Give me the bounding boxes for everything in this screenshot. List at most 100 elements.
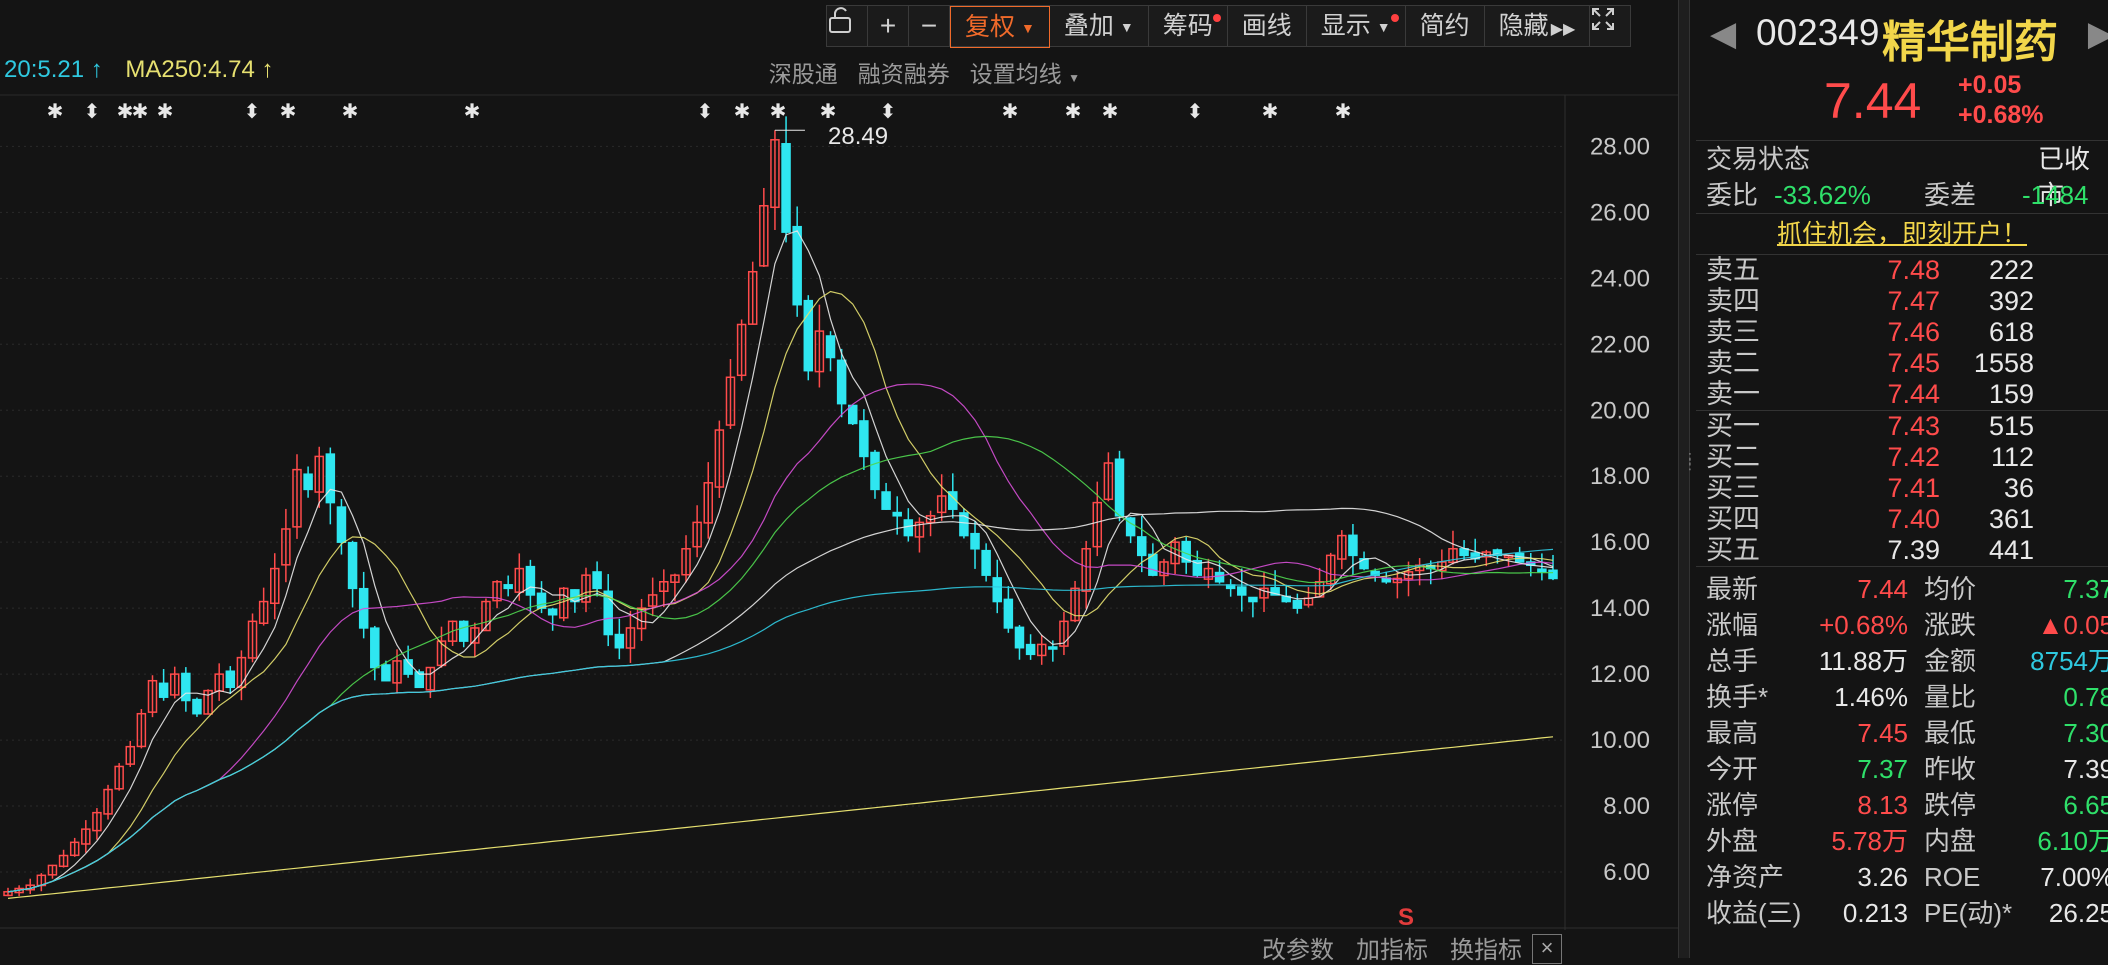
candle-down bbox=[336, 506, 347, 543]
candle-down bbox=[303, 473, 313, 491]
stat-row: 换手* 1.46% 量比 0.78 bbox=[1696, 679, 2108, 715]
y-tick-label: 26.00 bbox=[1590, 199, 1650, 226]
candle-down bbox=[536, 592, 547, 609]
stat-row: 最新 7.44 均价 7.37 bbox=[1696, 571, 2108, 607]
chips-button[interactable]: 筹码 bbox=[1149, 6, 1228, 46]
y-tick-label: 18.00 bbox=[1590, 463, 1650, 490]
bid-row[interactable]: 买三 7.41 36 bbox=[1696, 473, 2108, 504]
level-label: 卖五 bbox=[1706, 255, 1760, 285]
display-button[interactable]: 显示 ▼ bbox=[1307, 6, 1406, 46]
next-stock-icon[interactable]: ▶ bbox=[2088, 14, 2108, 54]
bid-row[interactable]: 买四 7.40 361 bbox=[1696, 504, 2108, 535]
stat-value: 7.00% bbox=[2040, 862, 2108, 892]
status-label: 交易状态 bbox=[1706, 144, 1811, 174]
bid-row[interactable]: 买二 7.42 112 bbox=[1696, 442, 2108, 473]
stat-value: 11.88万 bbox=[1818, 646, 1908, 676]
event-marker-icon: ✱ bbox=[280, 99, 297, 123]
margin-trading-link[interactable]: 融资融券 bbox=[858, 55, 950, 89]
y-tick-label: 22.00 bbox=[1590, 331, 1650, 358]
zoom-in-icon[interactable]: + bbox=[868, 6, 909, 46]
simple-mode-button[interactable]: 简约 bbox=[1406, 6, 1485, 46]
level-price: 7.39 bbox=[1887, 535, 1940, 565]
ask-row[interactable]: 卖五 7.48 222 bbox=[1696, 255, 2108, 286]
stat-value: 5.78万 bbox=[1831, 826, 1908, 856]
candle-down bbox=[370, 627, 380, 669]
ma-line bbox=[7, 230, 1554, 893]
stat-label: 内盘 bbox=[1924, 826, 1977, 856]
bid-ratio-row: 委比 -33.62% 委差 -1484 bbox=[1696, 177, 2108, 213]
stat-value: 1.46% bbox=[1834, 682, 1908, 712]
hide-button[interactable]: 隐藏 ▶▶ bbox=[1485, 6, 1591, 46]
stat-label: 均价 bbox=[1924, 574, 1977, 604]
kline-chart-area[interactable]: 28.00 26.00 24.00 22.00 20.00 18.00 16.00 14.00… bbox=[0, 0, 1678, 964]
caret-down-icon: ▼ bbox=[1119, 19, 1134, 36]
candle-down bbox=[792, 225, 802, 306]
stat-value: 7.37 bbox=[1857, 754, 1908, 784]
level-price: 7.43 bbox=[1887, 411, 1940, 441]
candle-down bbox=[325, 453, 336, 504]
ma-line bbox=[7, 383, 1554, 893]
stat-label: 今开 bbox=[1706, 754, 1759, 784]
change-percent: +0.68% bbox=[1958, 101, 2044, 129]
indicator-bar: 改参数 加指标 换指标 bbox=[1262, 930, 1522, 965]
unlock-icon[interactable] bbox=[827, 6, 868, 46]
candle-down bbox=[181, 672, 191, 702]
event-marker-icon: ✱ bbox=[734, 99, 751, 123]
ma-settings-link[interactable]: 设置均线 ▼ bbox=[970, 55, 1080, 89]
candle-down bbox=[1348, 534, 1358, 557]
level-label: 买一 bbox=[1706, 411, 1760, 441]
chips-label: 筹码 bbox=[1162, 12, 1213, 40]
stat-label: 外盘 bbox=[1706, 826, 1759, 856]
stat-label: 涨跌 bbox=[1924, 610, 1977, 640]
simple-mode-label: 简约 bbox=[1419, 12, 1470, 40]
stat-value: 26.25 bbox=[2048, 898, 2108, 928]
s-marker[interactable]: S bbox=[1398, 904, 1414, 932]
candle-down bbox=[1114, 458, 1125, 517]
stat-value: 6.65 bbox=[2063, 790, 2108, 820]
switch-indicator-button[interactable]: 换指标 bbox=[1450, 930, 1522, 965]
overlay-button[interactable]: 叠加 ▼ bbox=[1050, 6, 1149, 46]
level-label: 买四 bbox=[1706, 504, 1760, 534]
add-indicator-button[interactable]: 加指标 bbox=[1356, 930, 1428, 965]
splitter-grip-icon[interactable]: ⋮ ⋮ bbox=[1683, 451, 1697, 471]
stat-value: 0.213 bbox=[1842, 898, 1908, 928]
prev-stock-icon[interactable]: ◀ bbox=[1710, 14, 1736, 54]
event-marker-icon: ✱ bbox=[1065, 99, 1082, 123]
y-tick-label: 20.00 bbox=[1590, 397, 1650, 424]
adjust-rights-button[interactable]: 复权 ▼ bbox=[950, 6, 1050, 48]
level-volume: 1558 bbox=[1973, 348, 2034, 378]
level-price: 7.48 bbox=[1887, 255, 1940, 285]
stat-value: 7.30 bbox=[2063, 718, 2108, 748]
hide-label: 隐藏 bbox=[1498, 12, 1549, 40]
event-marker-icon: ⬍ bbox=[244, 99, 261, 123]
candle-down bbox=[381, 664, 391, 682]
ask-row[interactable]: 卖二 7.45 1558 bbox=[1696, 348, 2108, 379]
stat-value: 6.10万 bbox=[2037, 826, 2108, 856]
y-tick-label: 24.00 bbox=[1590, 265, 1650, 292]
draw-line-button[interactable]: 画线 bbox=[1228, 6, 1307, 46]
ask-row[interactable]: 卖一 7.44 159 bbox=[1696, 379, 2108, 410]
level-volume: 112 bbox=[1990, 442, 2034, 472]
stat-label: ROE bbox=[1924, 862, 1981, 892]
event-marker-icon: ⬍ bbox=[697, 99, 714, 123]
bid-row[interactable]: 买一 7.43 515 bbox=[1696, 410, 2108, 442]
close-icon[interactable]: × bbox=[1532, 934, 1562, 964]
level-volume: 392 bbox=[1988, 286, 2034, 316]
ask-row[interactable]: 卖三 7.46 618 bbox=[1696, 317, 2108, 348]
fullscreen-icon[interactable] bbox=[1590, 6, 1630, 46]
event-marker-icon: ✱ bbox=[820, 99, 837, 123]
candle-down bbox=[592, 571, 602, 590]
hk-connect-link[interactable]: 深股通 bbox=[769, 55, 838, 89]
stat-value: +0.68% bbox=[1819, 610, 1908, 640]
order-book: 卖五 7.48 222 卖四 7.47 392 卖三 7.46 618 卖二 7.45 1558 卖一 7… bbox=[1696, 255, 2108, 567]
bid-row[interactable]: 买五 7.39 441 bbox=[1696, 535, 2108, 566]
candle-down bbox=[1014, 626, 1025, 649]
ask-row[interactable]: 卖四 7.47 392 bbox=[1696, 286, 2108, 317]
zoom-out-icon[interactable]: − bbox=[909, 6, 950, 46]
candle-down bbox=[1248, 596, 1258, 603]
level-volume: 222 bbox=[1988, 255, 2034, 285]
panel-splitter[interactable] bbox=[1678, 0, 1690, 958]
open-account-link[interactable]: 抓住机会，即刻开户！ bbox=[1696, 213, 2108, 255]
edit-params-button[interactable]: 改参数 bbox=[1262, 930, 1334, 965]
level-label: 卖二 bbox=[1706, 348, 1760, 378]
